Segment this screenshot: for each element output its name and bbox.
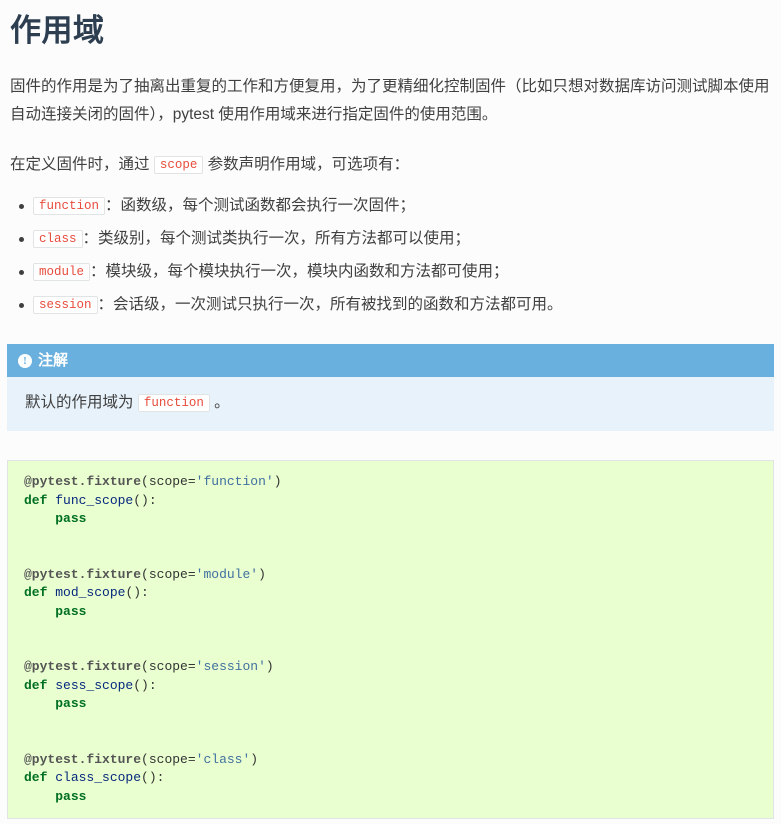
list-item-label: ：会话级，一次测试只执行一次，所有被找到的函数和方法都可用。 — [97, 296, 563, 314]
list-item-label: ：类级别，每个测试类执行一次，所有方法都可以使用； — [82, 230, 471, 248]
code-token-punct: (): — [141, 770, 165, 786]
code-token-punct — [24, 511, 55, 526]
code-block: @pytest.fixture(scope='function') def fu… — [7, 460, 774, 820]
note-admonition: ! 注解 默认的作用域为 function 。 — [7, 344, 774, 432]
code-token-punct: = — [187, 474, 196, 490]
intro-paragraph-2-before: 在定义固件时，通过 — [10, 156, 150, 174]
code-token-punct: (): — [133, 492, 157, 508]
inline-code-session: session — [33, 296, 98, 315]
intro-paragraph-2: 在定义固件时，通过 scope 参数声明作用域，可选项有： — [10, 151, 774, 179]
scope-option-list: function ：函数级，每个测试函数都会执行一次固件； class ：类级别，每… — [7, 193, 774, 318]
list-item: class ：类级别，每个测试类执行一次，所有方法都可以使用； — [19, 226, 774, 252]
code-token-name: scope — [148, 566, 188, 582]
note-admonition-text: 默认的作用域为 function 。 — [25, 391, 762, 415]
inline-code-default-scope: function — [137, 394, 210, 413]
code-token-punct: = — [187, 751, 196, 767]
note-admonition-title: ! 注解 — [7, 344, 774, 378]
code-token-keyword: def — [24, 585, 48, 601]
intro-paragraph-1: 固件的作用是为了抽离出重复的工作和方便复用，为了更精细化控制固件（比如只想对数据… — [10, 78, 770, 124]
code-token-name: scope — [148, 659, 188, 675]
code-token-keyword: def — [24, 492, 48, 508]
code-token-keyword: pass — [55, 603, 87, 619]
code-token-punct: ) — [265, 659, 274, 675]
list-item: session ：会话级，一次测试只执行一次，所有被找到的函数和方法都可用。 — [19, 292, 774, 318]
code-token-string: 'session' — [195, 659, 266, 675]
code-token-keyword: def — [24, 770, 48, 786]
list-item-label: ：函数级，每个测试函数都会执行一次固件； — [105, 197, 416, 215]
page-title: 作用域 — [10, 13, 105, 48]
code-token-decorator: @pytest.fixture — [24, 474, 142, 490]
code-token-punct: ( — [141, 751, 149, 767]
inline-code-class: class — [33, 230, 83, 249]
code-block-code: @pytest.fixture(scope='function') def fu… — [24, 474, 761, 804]
code-token-punct — [24, 604, 55, 619]
exclamation-circle-icon: ! — [18, 353, 32, 368]
inline-code-module: module — [33, 263, 91, 282]
code-token-punct: ) — [250, 751, 259, 767]
code-token-decorator: @pytest.fixture — [24, 566, 142, 582]
code-token-string: 'module' — [195, 566, 259, 582]
code-token-string: 'function' — [195, 474, 274, 490]
code-token-punct: (): — [125, 585, 149, 601]
code-token-punct — [24, 789, 55, 804]
list-item: module ：模块级，每个模块执行一次，模块内函数和方法都可使用； — [19, 259, 774, 285]
code-token-string: 'class' — [195, 751, 251, 767]
code-token-decorator: @pytest.fixture — [24, 751, 142, 767]
code-token-punct: ) — [273, 474, 282, 490]
code-token-punct: = — [187, 659, 196, 675]
code-token-punct: ( — [141, 659, 149, 675]
documentation-page: 作用域 固件的作用是为了抽离出重复的工作和方便复用，为了更精细化控制固件（比如只… — [0, 12, 781, 820]
code-token-func: mod_scope — [55, 585, 126, 601]
code-block-content: @pytest.fixture(scope='function') def fu… — [24, 473, 761, 806]
code-token-decorator: @pytest.fixture — [24, 659, 142, 675]
code-token-punct: = — [187, 566, 196, 582]
code-token-keyword: pass — [55, 696, 87, 712]
code-token-keyword: pass — [55, 511, 87, 527]
code-token-keyword: def — [24, 677, 48, 693]
code-token-func: func_scope — [55, 492, 134, 508]
code-token-name: scope — [148, 751, 188, 767]
code-token-punct: ( — [141, 474, 149, 490]
note-text-after: 。 — [214, 394, 230, 412]
code-token-punct — [24, 696, 55, 711]
inline-code-function: function — [33, 197, 106, 216]
list-item: function ：函数级，每个测试函数都会执行一次固件； — [19, 193, 774, 219]
code-token-punct: (): — [133, 677, 157, 693]
code-token-func: class_scope — [55, 770, 142, 786]
code-token-func: sess_scope — [55, 677, 134, 693]
note-text-before: 默认的作用域为 — [25, 394, 134, 412]
intro-paragraph-2-after: 参数声明作用域，可选项有： — [207, 156, 410, 174]
note-admonition-body: 默认的作用域为 function 。 — [7, 377, 774, 431]
code-token-punct: ( — [141, 566, 149, 582]
code-token-keyword: pass — [55, 788, 87, 804]
list-item-label: ：模块级，每个模块执行一次，模块内函数和方法都可使用； — [90, 263, 509, 281]
note-admonition-title-label: 注解 — [38, 352, 69, 370]
code-token-punct: ) — [258, 566, 266, 582]
inline-code-scope: scope — [153, 156, 204, 175]
code-token-name: scope — [148, 474, 188, 490]
